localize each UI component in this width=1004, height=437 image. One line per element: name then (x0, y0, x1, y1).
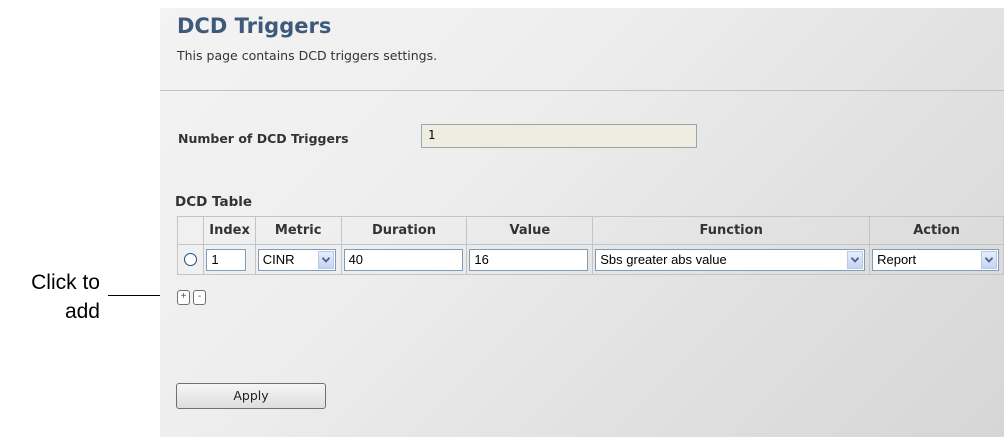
callout-label: Click to add (0, 268, 100, 326)
row-select-cell (176, 244, 205, 275)
value-input[interactable]: 16 (469, 248, 589, 271)
column-header-duration: Duration (340, 216, 468, 245)
action-cell: Report (869, 244, 1004, 275)
index-cell: 1 (203, 244, 256, 275)
function-select-value: Sbs greater abs value (600, 251, 727, 267)
apply-button[interactable]: Apply (176, 383, 326, 409)
add-row-button[interactable]: + (177, 290, 190, 305)
value-cell: 16 (466, 244, 594, 275)
action-select[interactable]: Report (872, 248, 1000, 271)
column-header-value: Value (466, 216, 594, 245)
table-row: 1 CINR 40 16 Sbs greater abs value Repor… (176, 244, 1004, 275)
callout-line1: Click to (31, 271, 100, 294)
select-column-header (176, 216, 205, 245)
column-header-function: Function (592, 216, 871, 245)
num-triggers-field: 1 (421, 124, 697, 148)
header-divider (160, 90, 1004, 91)
chevron-down-icon[interactable] (981, 250, 998, 269)
metric-select[interactable]: CINR (257, 248, 336, 271)
chevron-down-icon[interactable] (317, 250, 334, 269)
metric-cell: CINR (254, 244, 342, 275)
duration-input[interactable]: 40 (343, 248, 463, 271)
column-header-index: Index (203, 216, 256, 245)
dcd-table: Index Metric Duration Value Function Act… (176, 216, 1004, 275)
function-select[interactable]: Sbs greater abs value (595, 248, 866, 271)
page-subtitle: This page contains DCD triggers settings… (177, 48, 438, 63)
index-input[interactable]: 1 (206, 248, 247, 271)
column-header-metric: Metric (254, 216, 342, 245)
remove-row-button[interactable]: - (193, 290, 206, 305)
action-select-value: Report (877, 251, 917, 267)
table-header-row: Index Metric Duration Value Function Act… (176, 216, 1004, 245)
chevron-down-icon[interactable] (847, 250, 864, 269)
metric-select-value: CINR (262, 251, 295, 267)
num-triggers-label: Number of DCD Triggers (178, 131, 349, 146)
callout-line2: add (64, 300, 100, 323)
function-cell: Sbs greater abs value (592, 244, 871, 275)
page-title: DCD Triggers (177, 14, 332, 38)
duration-cell: 40 (340, 244, 468, 275)
table-title: DCD Table (175, 194, 253, 210)
column-header-action: Action (869, 216, 1004, 245)
row-select-radio[interactable] (184, 253, 198, 266)
